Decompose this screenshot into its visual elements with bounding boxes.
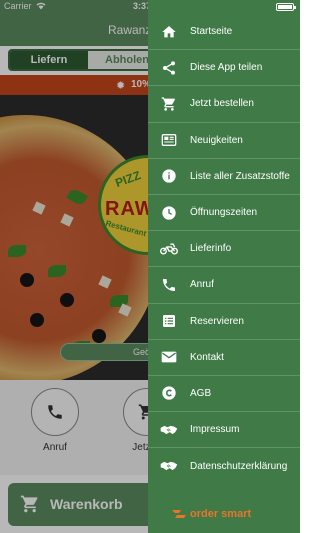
reservation-icon bbox=[163, 315, 175, 328]
menu-item-hours[interactable]: Öffnungszeiten bbox=[148, 195, 300, 232]
side-drawer: Startseite Diese App teilen Jetzt bestel… bbox=[148, 0, 300, 533]
menu-item-imprint[interactable]: Impressum bbox=[148, 412, 300, 449]
menu-item-reserve[interactable]: Reservieren bbox=[148, 304, 300, 340]
battery-icon bbox=[276, 3, 296, 11]
menu-item-agb[interactable]: AGB bbox=[148, 376, 300, 413]
motorbike-icon bbox=[160, 243, 178, 255]
clock-icon bbox=[162, 205, 176, 220]
handshake-icon bbox=[160, 462, 178, 471]
menu-item-call[interactable]: Anruf bbox=[148, 267, 300, 304]
handshake-icon bbox=[160, 425, 178, 434]
info-icon bbox=[162, 169, 176, 184]
menu-item-privacy[interactable]: Datenschutzerklärung bbox=[148, 448, 300, 484]
envelope-icon bbox=[161, 351, 177, 363]
menu-item-delivery-info[interactable]: Lieferinfo bbox=[148, 231, 300, 268]
menu-item-order[interactable]: Jetzt bestellen bbox=[148, 86, 300, 123]
phone-icon bbox=[163, 278, 175, 291]
newspaper-icon bbox=[161, 134, 177, 147]
drawer-menu: Startseite Diese App teilen Jetzt bestel… bbox=[148, 14, 300, 484]
drawer-status-bar bbox=[148, 0, 300, 14]
menu-item-share[interactable]: Diese App teilen bbox=[148, 50, 300, 87]
brand-text: order smart bbox=[190, 508, 252, 520]
order-smart-brand: order smart bbox=[172, 508, 251, 520]
menu-item-contact[interactable]: Kontakt bbox=[148, 340, 300, 376]
menu-item-news[interactable]: Neuigkeiten bbox=[148, 123, 300, 159]
order-smart-logo-icon bbox=[172, 509, 186, 518]
menu-item-startseite[interactable]: Startseite bbox=[148, 14, 300, 51]
share-icon bbox=[163, 61, 175, 75]
copyright-icon bbox=[162, 386, 176, 401]
cart-icon bbox=[161, 97, 175, 111]
home-icon bbox=[162, 25, 176, 37]
menu-item-additives[interactable]: Liste aller Zusatzstoffe bbox=[148, 159, 300, 195]
